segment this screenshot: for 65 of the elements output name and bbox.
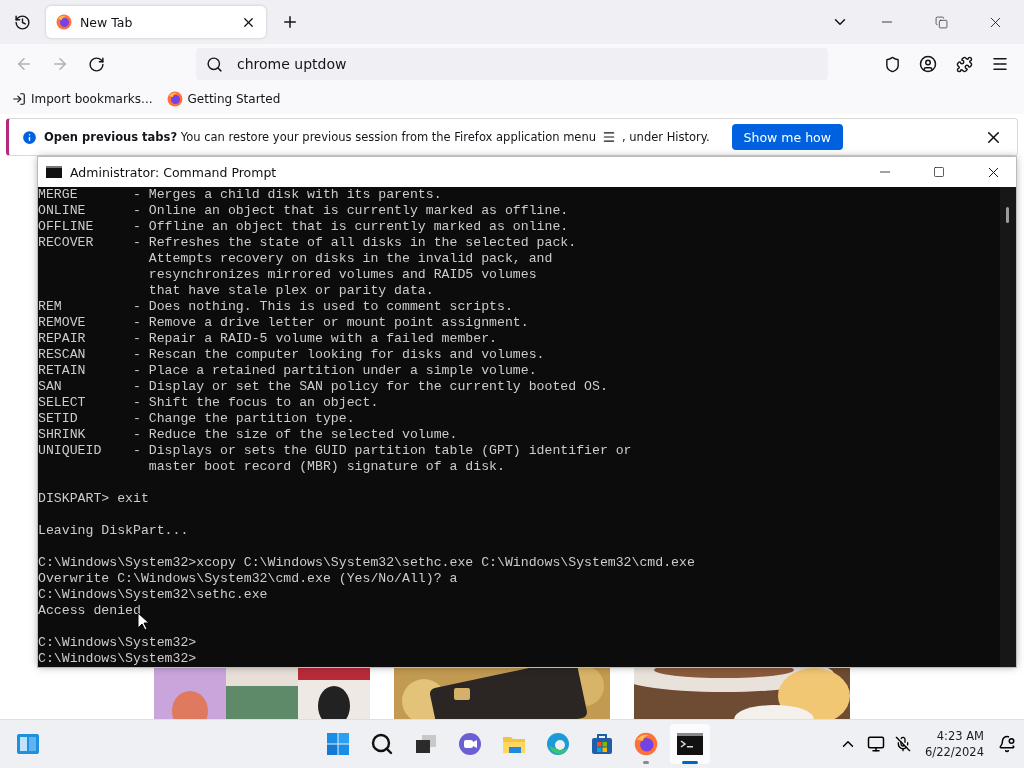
console-line: master boot record (MBR) signature of a disk. <box>147 459 505 475</box>
firefox-icon <box>166 91 183 107</box>
console-line: Leaving DiskPart... <box>38 523 189 539</box>
console-line: UNIQUEID - Displays or sets the GUID partition table (GPT) identifier or <box>38 443 632 459</box>
notification-icon[interactable] <box>998 735 1016 753</box>
date-text: 6/22/2024 <box>925 744 984 760</box>
menu-icon <box>602 130 616 144</box>
mouse-pointer-icon <box>137 612 149 631</box>
browser-tab[interactable]: New Tab <box>46 6 266 38</box>
widgets-icon[interactable] <box>16 732 40 756</box>
console-line: OFFLINE - Offline an object that is currently marked as online. <box>38 219 569 235</box>
firefox-icon <box>56 14 72 30</box>
reload-icon[interactable] <box>87 55 105 73</box>
restore-icon[interactable] <box>934 15 948 29</box>
console-line: RETAIN - Place a retained partition under a simple volume. <box>38 363 537 379</box>
extensions-icon[interactable] <box>955 55 973 73</box>
console-line: SHRINK - Reduce the size of the selected volume. <box>38 427 458 443</box>
console-line: RECOVER - Refreshes the state of all disks in the selected pack. <box>38 235 577 251</box>
console-line: REPAIR - Repair a RAID-5 volume with a failed member. <box>38 331 497 347</box>
clock[interactable]: 4:23 AM 6/22/2024 <box>925 728 984 760</box>
console-line: SELECT - Shift the focus to an object. <box>38 395 379 411</box>
console-line: Overwrite C:\Windows\System32\cmd.exe (Yes/No/All)? a <box>38 571 458 587</box>
command-prompt-icon <box>46 166 62 178</box>
menu-icon[interactable] <box>991 55 1009 73</box>
info-icon <box>21 128 38 146</box>
console-line: C:\Windows\System32\sethc.exe <box>38 587 268 603</box>
console-line: REMOVE - Remove a drive letter or mount point assignment. <box>38 315 529 331</box>
microphone-icon[interactable] <box>895 736 912 752</box>
new-tab-icon[interactable] <box>281 13 299 31</box>
windows-logo-icon <box>326 732 350 756</box>
console-line: DISKPART> exit <box>38 491 149 507</box>
console-line: Access denied <box>38 603 141 619</box>
command-prompt-icon <box>677 733 703 755</box>
console-line: SETID - Change the partition type. <box>38 411 355 427</box>
bookmark-link[interactable]: Getting Started <box>187 92 281 106</box>
console-line: C:\Windows\System32> <box>38 635 197 651</box>
search-icon <box>370 732 394 756</box>
console-line: resynchronizes mirrored volumes and RAID5 volumes <box>147 267 537 283</box>
bookmark-link[interactable]: Import bookmarks... <box>31 92 153 106</box>
notification-text: , under History. <box>622 130 710 144</box>
network-icon[interactable] <box>867 735 886 753</box>
console-line: RESCAN - Rescan the computer looking for disks and volumes. <box>38 347 545 363</box>
account-icon[interactable] <box>919 55 937 73</box>
console-line: REM - Does nothing. This is used to comment scripts. <box>38 299 513 315</box>
show-me-how-button[interactable]: Show me how <box>731 124 843 150</box>
console-line: SAN - Display or set the SAN policy for the currently booted OS. <box>38 379 608 395</box>
task-view-icon <box>414 732 438 756</box>
console-line: Attempts recovery on disks in the invalid pack, and <box>147 251 553 267</box>
time-text: 4:23 AM <box>936 728 984 744</box>
console-line: ONLINE - Online an object that is currently marked as offline. <box>38 203 569 219</box>
notification-text: Open previous tabs? You can restore your previous session from the Firefox application menu <box>44 130 596 144</box>
browser-icon <box>546 732 570 756</box>
firefox-icon <box>634 732 658 756</box>
address-field[interactable]: chrome uptdow <box>196 48 828 80</box>
console-line: C:\Windows\System32> <box>38 651 197 667</box>
window-title: Administrator: Command Prompt <box>70 164 277 180</box>
console-line: C:\Windows\System32>xcopy C:\Windows\System32\sethc.exe C:\Windows\System32\cmd.exe <box>38 555 695 571</box>
search-icon <box>206 55 223 73</box>
store-icon <box>590 732 614 756</box>
import-icon <box>12 92 26 106</box>
maximize-icon[interactable] <box>933 166 945 178</box>
console-line: that have stale plex or parity data. <box>147 283 434 299</box>
taskbar-app[interactable] <box>670 724 710 764</box>
console-line: MERGE - Merges a child disk with its parents. <box>38 187 442 203</box>
chat-icon <box>458 732 482 756</box>
